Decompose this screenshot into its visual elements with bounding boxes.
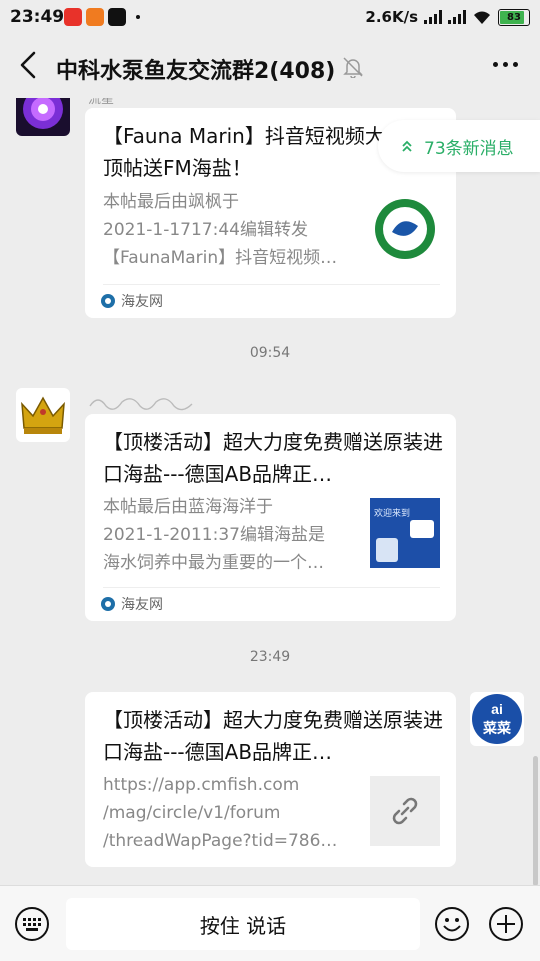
net-speed: 2.6K/s	[365, 8, 418, 26]
card-source: 海友网	[101, 291, 163, 311]
card-title: 【顶楼活动】超大力度免费赠送原装进口海盐---德国AB品牌正…	[103, 430, 443, 486]
new-messages-button[interactable]: 73条新消息	[378, 120, 540, 172]
desc-line: 本帖最后由蓝海海洋于	[103, 497, 273, 517]
card-thumbnail	[370, 194, 440, 264]
desc-line: 【FaunaMarin】抖音短视频…	[103, 248, 338, 268]
thumb-text: 欢迎来到	[374, 509, 411, 519]
wifi-icon	[474, 11, 490, 24]
app-icon-tiktok	[108, 8, 126, 26]
double-chevron-up-icon	[402, 140, 412, 152]
link-icon	[392, 797, 418, 825]
battery-level: 83	[507, 11, 521, 23]
emoji-icon[interactable]	[434, 906, 470, 942]
desc-line: https://app.cmfish.com	[103, 775, 300, 795]
new-messages-label: 73条新消息	[424, 138, 514, 159]
input-bar: 按住 说话	[0, 885, 540, 961]
message-timestamp: 23:49	[249, 649, 291, 665]
card-desc: 本帖最后由蓝海海洋于 2021-1-2011:37编辑海盐是 海水饲养中最为重要…	[103, 493, 355, 577]
card-desc: https://app.cmfish.com /mag/circle/v1/fo…	[103, 771, 355, 855]
card-divider	[103, 587, 440, 588]
card-divider	[103, 284, 440, 285]
card-source: 海友网	[101, 594, 163, 614]
chat-title: 中科水泵鱼友交流群2(408)	[56, 59, 336, 84]
desc-line: 本帖最后由飒枫于	[103, 192, 239, 212]
mute-bell-icon	[343, 57, 363, 78]
status-bar: 23:49 2.6K/s 83	[0, 0, 540, 34]
card-title: 【顶楼活动】超大力度免费赠送原装进口海盐---德国AB品牌正…	[103, 708, 443, 764]
desc-line: /mag/circle/v1/forum	[103, 803, 281, 823]
notification-icons	[64, 8, 140, 26]
status-right: 2.6K/s 83	[365, 8, 530, 26]
avatar[interactable]: ai 菜菜	[470, 692, 524, 746]
chat-area[interactable]: 流星 【Fauna Marin】抖音短视频大赛。顶帖送FM海盐！ 本帖最后由飒枫…	[0, 98, 540, 885]
avatar-text: 菜菜	[483, 721, 511, 737]
more-icon[interactable]	[493, 62, 518, 67]
signal-icon-2	[448, 10, 466, 24]
scrollbar[interactable]	[533, 756, 538, 885]
card-thumbnail: 欢迎来到	[370, 498, 440, 568]
source-label: 海友网	[121, 597, 163, 613]
avatar[interactable]	[16, 98, 70, 136]
desc-line: 海水饲养中最为重要的一个…	[103, 553, 324, 573]
sender-name: 流星	[88, 98, 115, 107]
chat-header: 中科水泵鱼友交流群2(408)	[0, 34, 540, 98]
svg-text:ai: ai	[491, 701, 503, 717]
card-desc: 本帖最后由飒枫于 2021-1-1717:44编辑转发 【FaunaMarin】…	[103, 188, 355, 272]
signal-icon	[424, 10, 442, 24]
app-icon-red	[64, 8, 82, 26]
app-icon-orange	[86, 8, 104, 26]
link-thumbnail	[370, 776, 440, 846]
haiyou-icon	[101, 597, 115, 611]
desc-line: 2021-1-2011:37编辑海盐是	[103, 525, 325, 545]
link-card[interactable]: 【顶楼活动】超大力度免费赠送原装进口海盐---德国AB品牌正… https://…	[85, 692, 456, 867]
battery-icon: 83	[498, 8, 530, 26]
haiyou-icon	[101, 294, 115, 308]
desc-line: /threadWapPage?tid=786…	[103, 831, 338, 851]
source-label: 海友网	[121, 294, 163, 310]
desc-line: 2021-1-1717:44编辑转发	[103, 220, 308, 240]
link-card[interactable]: 【顶楼活动】超大力度免费赠送原装进口海盐---德国AB品牌正… 本帖最后由蓝海海…	[85, 414, 456, 621]
message-timestamp: 09:54	[249, 345, 291, 361]
more-notifications-dot	[136, 15, 140, 19]
keyboard-icon[interactable]	[14, 906, 50, 942]
back-arrow-icon[interactable]	[16, 50, 42, 80]
avatar[interactable]	[16, 388, 70, 442]
hold-to-talk-button[interactable]: 按住 说话	[66, 898, 420, 950]
sender-name-decoration	[89, 398, 193, 411]
status-time: 23:49	[10, 7, 65, 27]
plus-icon[interactable]	[488, 906, 524, 942]
